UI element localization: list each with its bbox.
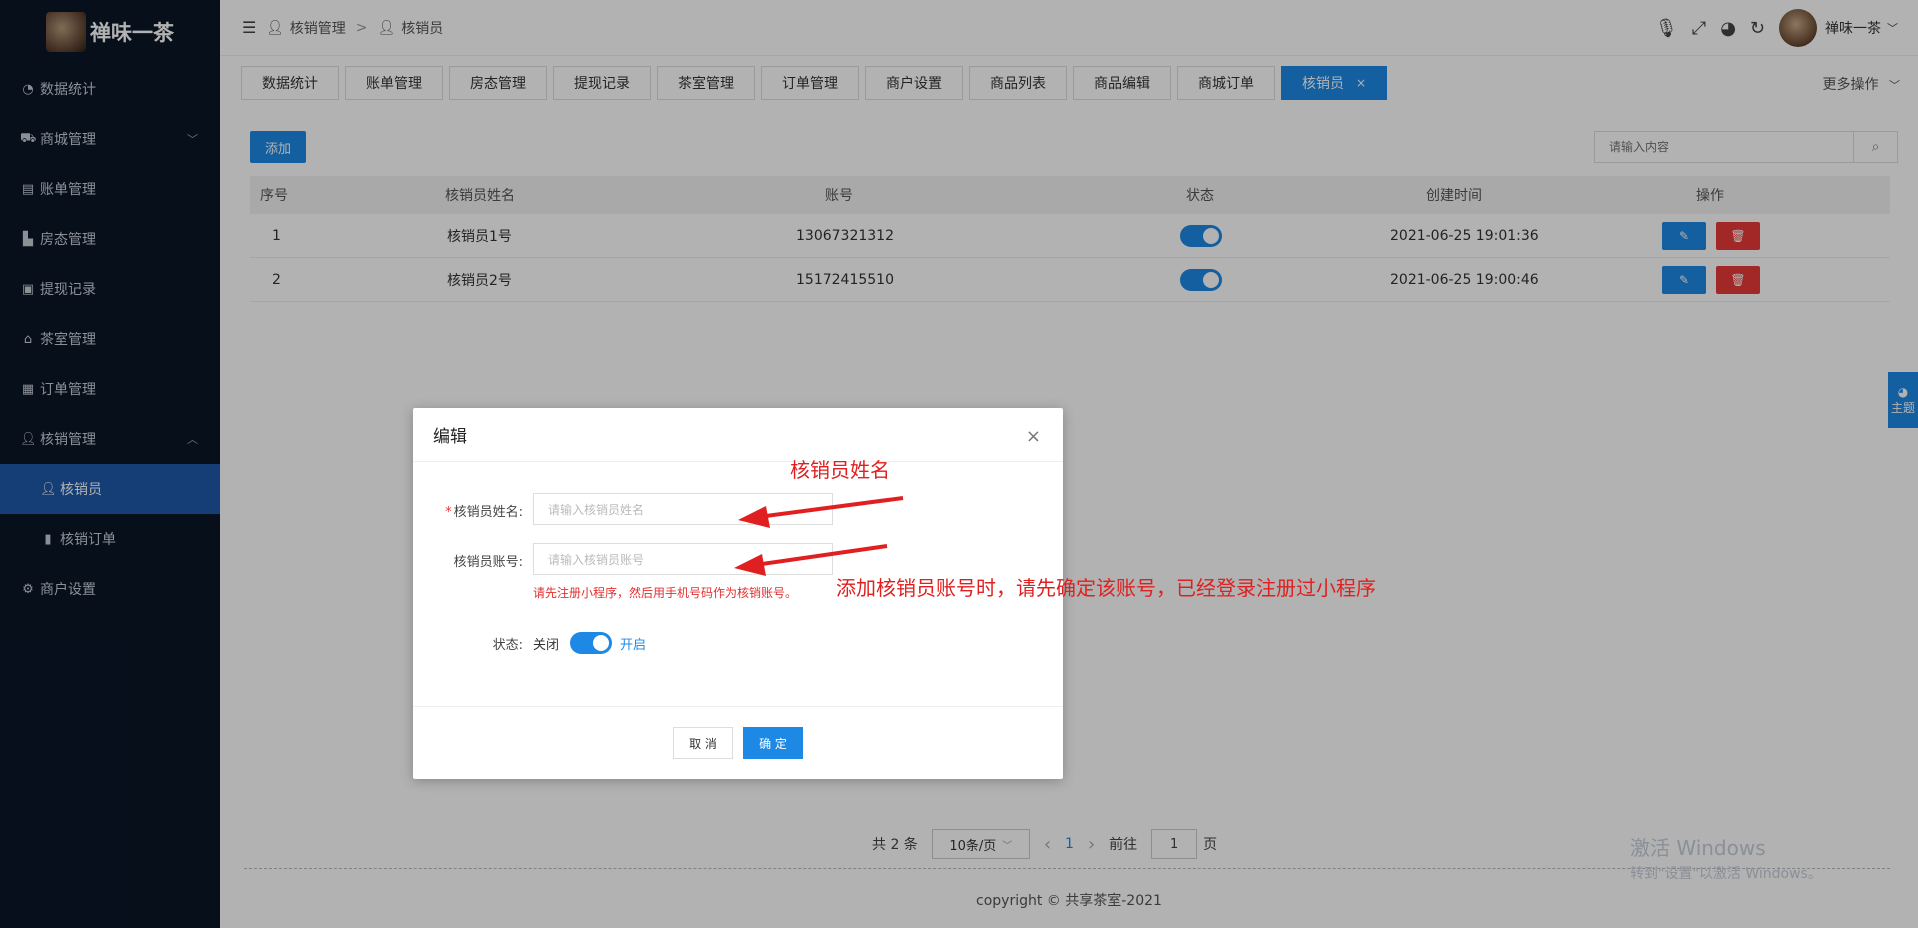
windows-activation-watermark: 激活 Windows 转到"设置"以激活 Windows。 (1630, 832, 1822, 883)
arrow-to-name-input (738, 496, 904, 528)
watermark-line2: 转到"设置"以激活 Windows。 (1630, 866, 1822, 882)
watermark-line1: 激活 Windows (1630, 836, 1766, 860)
arrow-to-account-input (734, 544, 888, 576)
annotation-arrows (734, 496, 904, 576)
